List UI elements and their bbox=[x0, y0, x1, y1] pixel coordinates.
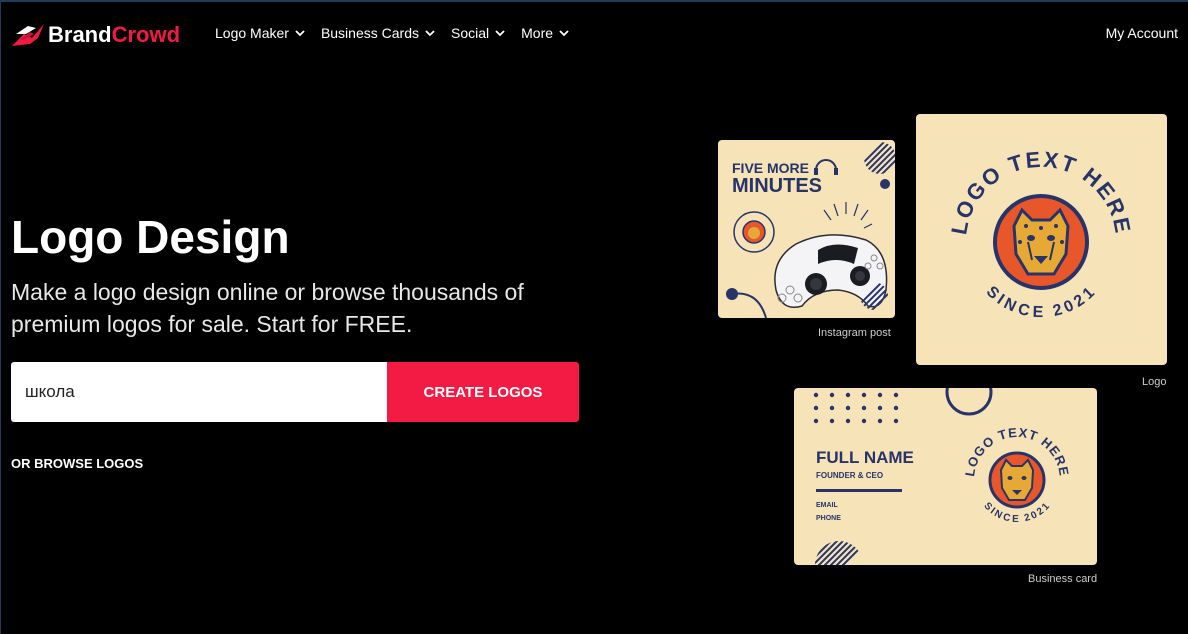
logo-preview[interactable]: LOGO TEXT HERE SINCE 2021 bbox=[916, 114, 1167, 365]
cheetah-icon bbox=[1012, 207, 1070, 276]
site-header: BrandCrowd Logo Maker Business Cards Soc… bbox=[0, 2, 1188, 64]
logo-caption: Logo bbox=[1142, 376, 1167, 388]
chevron-down-icon bbox=[295, 29, 305, 36]
business-name-input[interactable] bbox=[11, 362, 387, 422]
browse-logos-link[interactable]: OR BROWSE LOGOS bbox=[11, 456, 143, 471]
logo-search-form: CREATE LOGOS bbox=[11, 362, 579, 422]
page-title: Logo Design bbox=[11, 211, 290, 263]
instagram-caption: Instagram post bbox=[818, 327, 891, 339]
brand-name-part1: Brand bbox=[48, 22, 112, 47]
instagram-headline: FIVE MORE MINUTES bbox=[732, 160, 822, 197]
nav-social-label: Social bbox=[450, 25, 490, 41]
main-nav: Logo Maker Business Cards Social More bbox=[215, 25, 585, 41]
brand-name-part2: Crowd bbox=[111, 22, 181, 47]
card-full-name: FULL NAME bbox=[816, 448, 914, 467]
nav-more[interactable]: More bbox=[521, 25, 569, 41]
nav-social[interactable]: Social bbox=[451, 25, 505, 41]
card-phone: PHONE bbox=[816, 515, 841, 522]
brand-logo[interactable]: BrandCrowd bbox=[10, 20, 180, 50]
create-logos-button[interactable]: CREATE LOGOS bbox=[387, 362, 579, 422]
nav-business-cards-label: Business Cards bbox=[320, 25, 419, 41]
hero-subtitle: Make a logo design online or browse thou… bbox=[11, 279, 524, 337]
business-card-caption: Business card bbox=[1028, 573, 1098, 585]
nav-logo-maker-label: Logo Maker bbox=[215, 25, 289, 41]
window-left-border bbox=[0, 0, 1, 634]
instagram-headline-line2: MINUTES bbox=[732, 175, 822, 197]
chevron-down-icon bbox=[425, 29, 435, 36]
chevron-down-icon bbox=[559, 29, 569, 36]
nav-more-label: More bbox=[521, 25, 554, 41]
business-card-preview[interactable]: LOGO TEXT HERE SINCE 2021 FULL NAME FOUN… bbox=[794, 388, 1097, 565]
nav-business-cards[interactable]: Business Cards bbox=[321, 25, 435, 41]
card-role: FOUNDER & CEO bbox=[816, 471, 884, 480]
my-account-link[interactable]: My Account bbox=[1106, 25, 1178, 41]
instagram-post-preview[interactable]: FIVE MORE MINUTES bbox=[718, 140, 895, 318]
instagram-headline-line1: FIVE MORE bbox=[732, 160, 810, 176]
logo-badge-artwork: LOGO TEXT HERE SINCE 2021 bbox=[946, 147, 1134, 322]
brand-wordmark: BrandCrowd bbox=[48, 22, 180, 48]
chevron-down-icon bbox=[495, 29, 505, 36]
brand-bird-icon bbox=[12, 24, 44, 46]
nav-logo-maker[interactable]: Logo Maker bbox=[215, 25, 305, 41]
card-divider bbox=[816, 489, 902, 492]
card-email: EMAIL bbox=[816, 502, 838, 509]
